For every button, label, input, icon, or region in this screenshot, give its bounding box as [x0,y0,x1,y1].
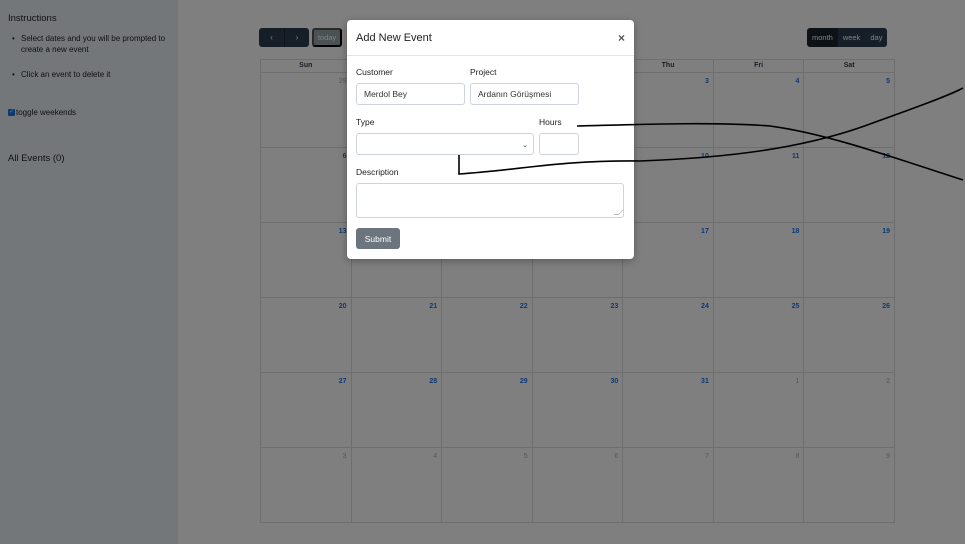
type-select[interactable]: ⌄ [356,133,534,155]
description-textarea[interactable] [356,183,624,218]
description-label: Description [356,167,399,177]
modal-header: Add New Event × [347,20,634,56]
project-label: Project [470,67,497,77]
add-event-modal: Add New Event × Customer Merdol Bey Proj… [347,20,634,259]
submit-button[interactable]: Submit [356,228,400,249]
project-input[interactable]: Ardanın Görüşmesi [470,83,579,105]
hours-label: Hours [539,117,562,127]
customer-label: Customer [356,67,393,77]
modal-title: Add New Event [356,31,432,44]
chevron-down-icon: ⌄ [522,142,528,149]
type-label: Type [356,117,375,127]
hours-input[interactable] [539,133,579,155]
close-icon[interactable]: × [618,31,625,45]
resize-handle-icon[interactable] [613,210,624,215]
customer-input[interactable]: Merdol Bey [356,83,465,105]
